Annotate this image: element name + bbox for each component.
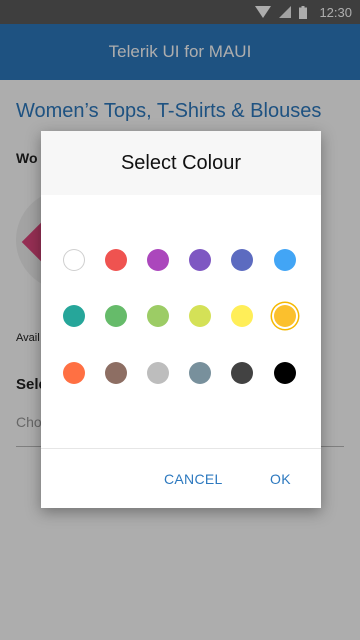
colour-swatch[interactable] [274,362,296,384]
colour-swatch[interactable] [63,305,85,327]
colour-swatch[interactable] [147,305,169,327]
colour-swatch[interactable] [63,362,85,384]
dialog-divider [41,448,321,449]
colour-swatch[interactable] [147,362,169,384]
colour-swatch[interactable] [189,249,211,271]
select-colour-dialog: Select Colour CANCEL OK [41,131,321,508]
colour-swatch[interactable] [231,362,253,384]
colour-swatch[interactable] [189,305,211,327]
colour-swatch[interactable] [231,249,253,271]
dialog-title: Select Colour [120,151,242,174]
cancel-button[interactable]: CANCEL [164,471,223,487]
colour-swatch[interactable] [105,249,127,271]
colour-swatch[interactable] [147,249,169,271]
colour-swatch[interactable] [189,362,211,384]
colour-swatch-selected[interactable] [274,305,296,327]
colour-swatch[interactable] [63,249,85,271]
colour-swatch[interactable] [231,305,253,327]
dialog-header: Select Colour [41,131,321,195]
ok-button[interactable]: OK [270,471,291,487]
colour-swatch[interactable] [105,362,127,384]
colour-swatch[interactable] [274,249,296,271]
colour-swatch[interactable] [105,305,127,327]
